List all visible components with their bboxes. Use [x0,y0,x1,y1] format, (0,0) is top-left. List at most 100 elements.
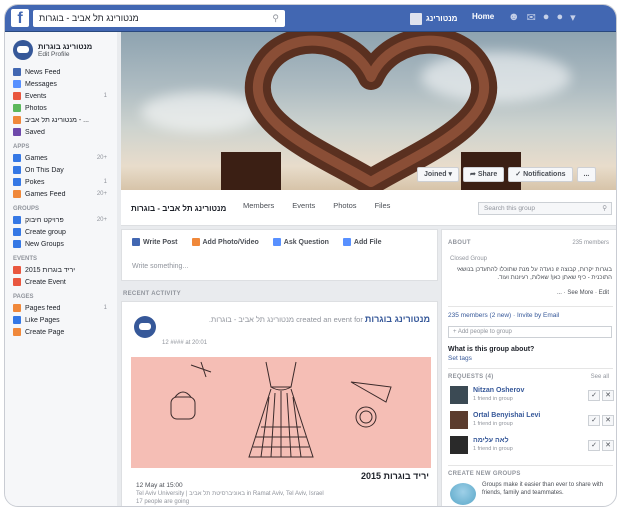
groups-item-label: Create group [25,228,66,236]
photo-icon [191,238,200,246]
share-button[interactable]: ➦ Share [463,167,505,182]
apps-item[interactable]: Games 20+ [5,152,117,164]
apps-item[interactable]: Games Feed 20+ [5,188,117,200]
more-button[interactable]: ... [576,167,597,182]
post-timestamp[interactable]: 12 #### at 20:01 [162,340,207,346]
groups-item[interactable]: New Groups [5,238,117,250]
events-item[interactable]: יריד בוגרות 2015 [5,264,117,276]
group-search-input[interactable]: Search this group ⚲ [478,202,612,215]
pages-item-label: Pages feed [25,304,61,312]
items-item-label: מנטורינג תל אביב - ... [25,116,89,124]
set-tags-link[interactable]: Set tags [448,355,472,362]
request-friends: 1 friend in group [473,396,513,402]
event-cover-image[interactable] [131,357,431,468]
notifications-icon[interactable]: ● [543,11,550,24]
home-link[interactable]: Home [472,12,494,21]
group-name[interactable]: מנטורינג תל אביב - בוגרות [131,204,226,213]
recent-activity-heading: RECENT ACTIVITY [123,291,181,297]
composer-input[interactable]: Write something... [132,263,188,270]
items-item[interactable]: מנטורינג תל אביב - ... [5,114,117,126]
event-going[interactable]: 17 people are going [136,499,189,505]
items-item[interactable]: News Feed [5,66,117,78]
items-item[interactable]: Messages [5,78,117,90]
groups-item[interactable]: פרויקט חיבוק 20+ [5,214,117,226]
event-icon [13,266,21,274]
members-invite-line[interactable]: 235 members (2 new) · Invite by Email [448,312,559,319]
request-row: Nitzan Osherov 1 friend in group ✓ ✕ [450,386,614,404]
event-date: 12 May at 15:00 [136,482,183,489]
items-item-label: Photos [25,104,47,112]
avatar[interactable] [450,411,468,429]
facebook-logo-icon[interactable]: f [11,9,29,27]
event-location[interactable]: Tel Aviv University | באוניברסיטת תל אבי… [136,491,324,497]
groups-item[interactable]: Create group [5,226,117,238]
approve-button[interactable]: ✓ [588,389,600,401]
items-item[interactable]: Photos [5,102,117,114]
tab-members[interactable]: Members [243,201,274,210]
post-author[interactable]: מנטורינג בוגרות [365,314,430,324]
request-name[interactable]: לאה עלימה [473,437,586,445]
see-all-link[interactable]: See all [591,374,609,380]
file-icon [342,238,351,246]
edit-profile-link[interactable]: Edit Profile [38,51,92,58]
sidebar-profile[interactable]: מנטורינג בוגרות Edit Profile [5,32,117,66]
pokes-icon [13,178,21,186]
avatar[interactable] [134,316,156,338]
about-heading: ABOUT [448,240,471,246]
tab-photos[interactable]: Photos [333,201,356,210]
tab-events[interactable]: Events [292,201,315,210]
tab-files[interactable]: Files [375,201,391,210]
like-pages-icon [13,316,21,324]
pages-item[interactable]: Create Page [5,326,117,338]
items-item[interactable]: Events 1 [5,90,117,102]
sidebar-favorites: News Feed Messages Events 1 Photos מנטורינג ת… [5,66,117,138]
approve-button[interactable]: ✓ [588,414,600,426]
about-panel: ABOUT 235 members Closed Group בוגרות יק… [441,229,616,506]
sidebar-events: יריד בוגרות 2015 Create Event [5,264,117,288]
count-badge: 20+ [96,217,107,223]
add-people-input[interactable]: + Add people to group [448,326,612,338]
event-title[interactable]: יריד בוגרות 2015 [361,471,429,481]
top-navigation-bar: f מנטורינג תל אביב - בוגרות ⚲ מנטורינג H… [5,5,616,32]
profile-link[interactable]: מנטורינג [410,11,457,26]
privacy-icon[interactable]: ● [556,11,563,24]
divider [448,368,613,369]
request-name[interactable]: Ortal Benyishai Levi [473,412,586,420]
avatar[interactable] [450,436,468,454]
count-badge: 1 [103,179,107,185]
apps-item[interactable]: On This Day [5,164,117,176]
search-input[interactable]: מנטורינג תל אביב - בוגרות ⚲ [33,10,285,27]
items-item[interactable]: Saved [5,126,117,138]
see-more-link[interactable]: See More · Edit · ... [557,290,609,296]
add-file-tab[interactable]: Add File [342,238,382,246]
search-icon[interactable]: ⚲ [602,203,607,214]
write-post-tab[interactable]: Write Post [132,238,178,246]
notifications-button[interactable]: ✓ Notifications [508,167,573,182]
group-navigation: מנטורינג תל אביב - בוגרות Members Events… [121,190,616,226]
games-icon [13,154,21,162]
post-composer: Write Post Add Photo/Video Ask Question … [121,229,438,281]
groups-item-label: New Groups [25,240,64,248]
search-icon[interactable]: ⚲ [272,10,279,27]
friend-requests-icon[interactable]: ☻ [508,11,520,24]
request-name[interactable]: Nitzan Osherov [473,387,586,395]
chevron-down-icon[interactable]: ▾ [570,11,576,24]
pages-item-label: Create Page [25,328,65,336]
news-feed-icon [13,68,21,76]
member-count[interactable]: 235 members [572,240,609,246]
apps-item[interactable]: Pokes 1 [5,176,117,188]
avatar[interactable] [450,386,468,404]
create-groups-heading: CREATE NEW GROUPS [448,471,521,477]
pages-item[interactable]: Pages feed 1 [5,302,117,314]
decline-button[interactable]: ✕ [602,389,614,401]
joined-button[interactable]: Joined ▾ [417,167,460,182]
pages-item[interactable]: Like Pages [5,314,117,326]
add-photo-tab[interactable]: Add Photo/Video [191,238,259,246]
pages-feed-icon [13,304,21,312]
ask-question-tab[interactable]: Ask Question [272,238,329,246]
decline-button[interactable]: ✕ [602,414,614,426]
decline-button[interactable]: ✕ [602,439,614,451]
events-item[interactable]: Create Event [5,276,117,288]
messages-icon[interactable]: ✉ [527,11,536,24]
approve-button[interactable]: ✓ [588,439,600,451]
